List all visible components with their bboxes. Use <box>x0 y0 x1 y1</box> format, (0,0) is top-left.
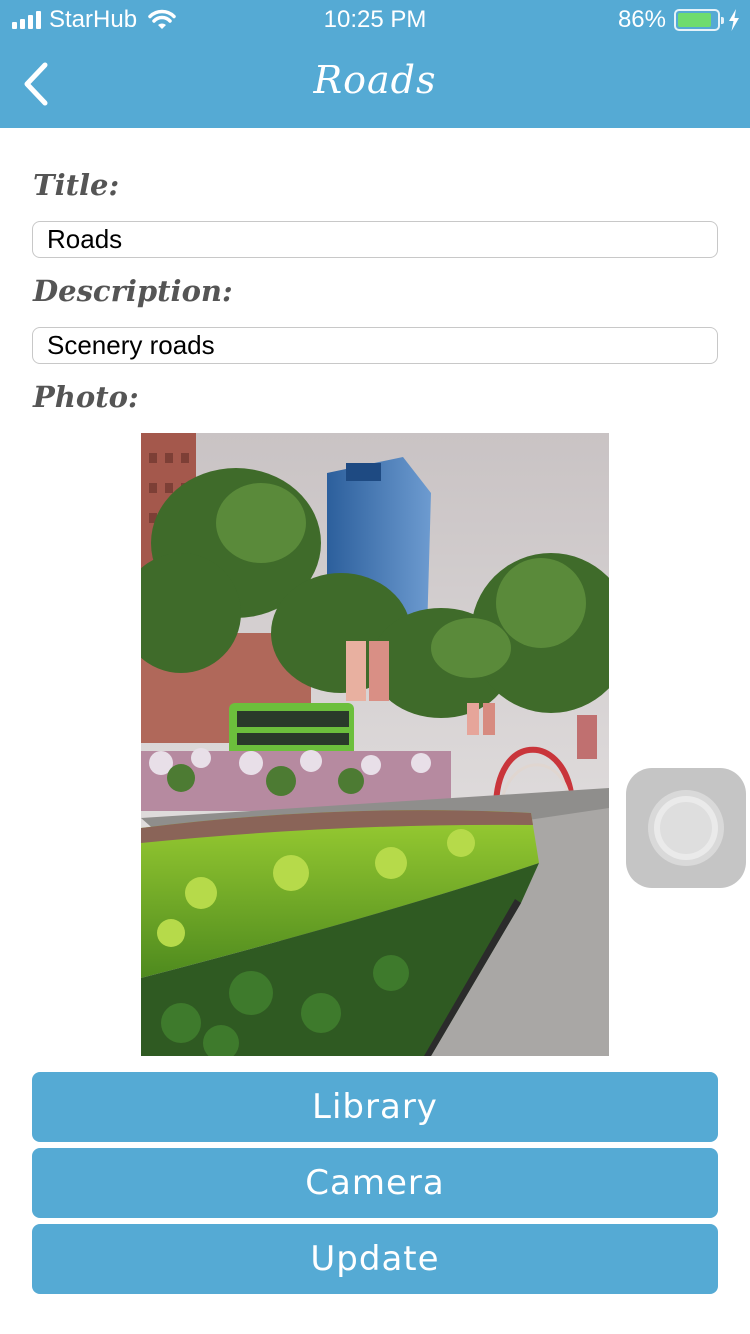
library-button[interactable]: Library <box>32 1072 718 1142</box>
description-label: Description: <box>33 274 233 308</box>
page-title: Roads <box>313 58 437 102</box>
photo-label: Photo: <box>33 380 139 414</box>
description-field[interactable] <box>32 327 718 364</box>
camera-button[interactable]: Camera <box>32 1148 718 1218</box>
battery-icon <box>674 9 724 31</box>
status-bar: StarHub 10:25 PM 86% <box>0 0 750 40</box>
assistive-touch-button[interactable] <box>626 768 746 888</box>
navigation-bar: Roads <box>0 40 750 128</box>
battery-group: 86% <box>618 6 740 34</box>
title-field[interactable] <box>32 221 718 258</box>
battery-percent: 86% <box>617 6 666 33</box>
update-button[interactable]: Update <box>32 1224 718 1294</box>
title-label: Title: <box>33 168 120 202</box>
charging-bolt-icon <box>729 9 739 31</box>
photo-preview <box>141 433 609 1056</box>
